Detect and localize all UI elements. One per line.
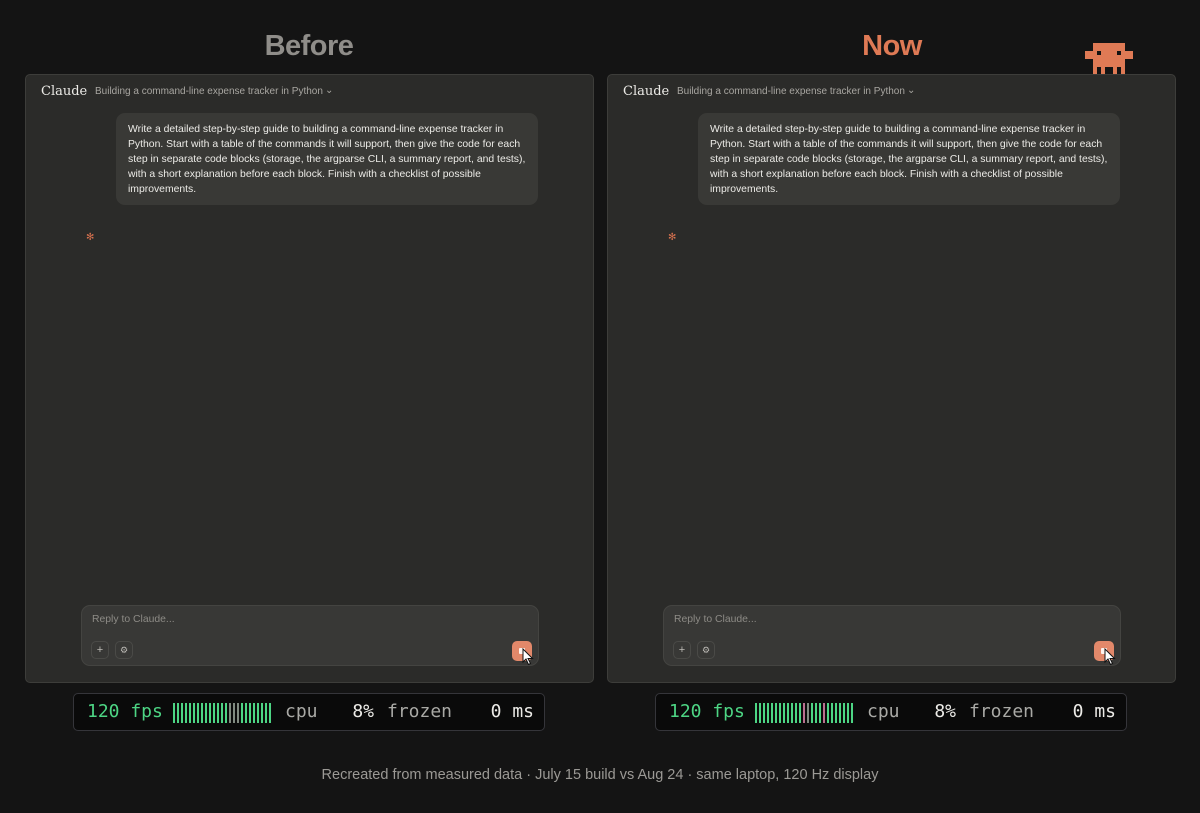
- frame-tick: [819, 703, 821, 723]
- frame-tick: [185, 703, 187, 723]
- frame-tick: [241, 703, 243, 723]
- user-message: Write a detailed step-by-step guide to b…: [698, 113, 1120, 205]
- frame-tick: [807, 703, 809, 723]
- frame-tick: [265, 703, 267, 723]
- frame-meter: [755, 703, 855, 723]
- frame-tick: [269, 703, 271, 723]
- frame-tick: [839, 703, 841, 723]
- reply-input[interactable]: [92, 614, 472, 625]
- frame-tick: [815, 703, 817, 723]
- frame-tick: [221, 703, 223, 723]
- conversation-title[interactable]: Building a command-line expense tracker …: [677, 86, 905, 97]
- frozen-value: 0 ms: [490, 701, 534, 722]
- frame-tick: [209, 703, 211, 723]
- cpu-label: cpu: [867, 701, 900, 722]
- frame-tick: [257, 703, 259, 723]
- add-attachment-button[interactable]: +: [91, 641, 109, 659]
- fps-readout: 120 fps: [669, 701, 745, 722]
- frame-tick: [233, 703, 235, 723]
- cpu-label: cpu: [285, 701, 318, 722]
- frame-tick: [225, 703, 227, 723]
- frame-tick: [181, 703, 183, 723]
- frame-tick: [835, 703, 837, 723]
- frame-tick: [245, 703, 247, 723]
- tools-button[interactable]: ⚙: [697, 641, 715, 659]
- frame-tick: [213, 703, 215, 723]
- frame-tick: [229, 703, 231, 723]
- frame-tick: [261, 703, 263, 723]
- frame-tick: [253, 703, 255, 723]
- thinking-spinner-icon: ✻: [86, 232, 95, 243]
- frame-tick: [791, 703, 793, 723]
- user-message: Write a detailed step-by-step guide to b…: [116, 113, 538, 205]
- frame-tick: [847, 703, 849, 723]
- frozen-label: frozen: [969, 701, 1035, 722]
- conversation-title[interactable]: Building a command-line expense tracker …: [95, 86, 323, 97]
- frame-tick: [759, 703, 761, 723]
- frame-tick: [787, 703, 789, 723]
- app-name: Claude: [41, 84, 88, 99]
- frame-meter: [173, 703, 273, 723]
- chevron-down-icon[interactable]: ⌄: [325, 85, 333, 96]
- chat-window-before: Claude Building a command-line expense t…: [25, 74, 594, 683]
- frame-tick: [189, 703, 191, 723]
- frame-tick: [775, 703, 777, 723]
- pixel-robot-icon: [1085, 43, 1133, 75]
- frame-tick: [823, 703, 825, 723]
- frame-tick: [217, 703, 219, 723]
- add-attachment-button[interactable]: +: [673, 641, 691, 659]
- frame-tick: [795, 703, 797, 723]
- frame-tick: [249, 703, 251, 723]
- perf-stats-now: 120 fps cpu 8% frozen 0 ms: [655, 693, 1127, 731]
- chevron-down-icon[interactable]: ⌄: [907, 85, 915, 96]
- frame-tick: [771, 703, 773, 723]
- frame-tick: [237, 703, 239, 723]
- frame-tick: [205, 703, 207, 723]
- cpu-value: 8%: [352, 701, 374, 722]
- fps-readout: 120 fps: [87, 701, 163, 722]
- window-topbar: Claude Building a command-line expense t…: [26, 75, 593, 109]
- frame-tick: [831, 703, 833, 723]
- frame-tick: [803, 703, 805, 723]
- thinking-spinner-icon: ✻: [668, 232, 677, 243]
- frozen-value: 0 ms: [1072, 701, 1116, 722]
- frame-tick: [827, 703, 829, 723]
- tools-button[interactable]: ⚙: [115, 641, 133, 659]
- app-name: Claude: [623, 84, 670, 99]
- perf-stats-before: 120 fps cpu 8% frozen 0 ms: [73, 693, 545, 731]
- heading-before: Before: [264, 30, 354, 62]
- frame-tick: [843, 703, 845, 723]
- frame-tick: [193, 703, 195, 723]
- frame-tick: [851, 703, 853, 723]
- frame-tick: [799, 703, 801, 723]
- mouse-cursor-icon: [522, 648, 534, 666]
- frame-tick: [755, 703, 757, 723]
- comparison-stage: Before Now Claude Building a command-lin…: [0, 0, 1200, 813]
- reply-composer: + ⚙: [663, 605, 1121, 666]
- frame-tick: [197, 703, 199, 723]
- frame-tick: [201, 703, 203, 723]
- frame-tick: [173, 703, 175, 723]
- window-topbar: Claude Building a command-line expense t…: [608, 75, 1175, 109]
- reply-composer: + ⚙: [81, 605, 539, 666]
- frozen-label: frozen: [387, 701, 453, 722]
- footer-caption: Recreated from measured data · July 15 b…: [321, 767, 879, 783]
- frame-tick: [767, 703, 769, 723]
- cpu-value: 8%: [934, 701, 956, 722]
- frame-tick: [811, 703, 813, 723]
- chat-window-now: Claude Building a command-line expense t…: [607, 74, 1176, 683]
- frame-tick: [177, 703, 179, 723]
- mouse-cursor-icon: [1104, 648, 1116, 666]
- frame-tick: [763, 703, 765, 723]
- reply-input[interactable]: [674, 614, 1054, 625]
- frame-tick: [783, 703, 785, 723]
- frame-tick: [779, 703, 781, 723]
